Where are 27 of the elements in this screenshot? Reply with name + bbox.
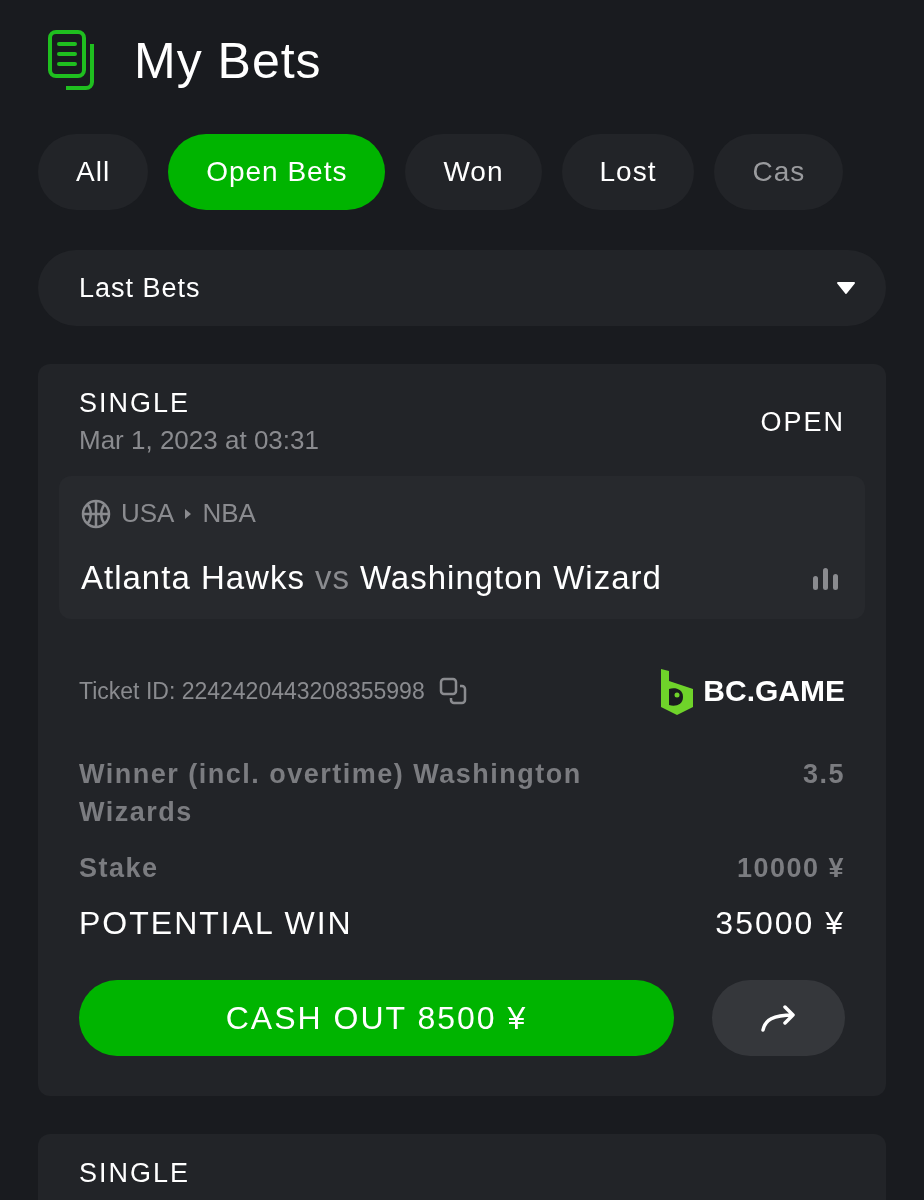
potential-win-value: 35000 ¥ xyxy=(715,905,845,942)
chevron-icon xyxy=(184,507,193,520)
caret-icon xyxy=(836,281,856,295)
match-title: Atlanta Hawks vs Washington Wizard xyxy=(81,559,662,597)
filter-tab[interactable]: Lost xyxy=(561,134,695,210)
bet-date: Mar 1, 2023 at 03:31 xyxy=(79,425,319,456)
bet-type: SINGLE xyxy=(79,1158,192,1189)
selection-text: Winner (incl. overtime) Washington Wizards xyxy=(79,758,583,829)
filter-tab[interactable]: All xyxy=(38,134,149,210)
stake-value: 10000 ¥ xyxy=(736,852,845,885)
potential-win-label: POTENTIAL WIN xyxy=(79,905,353,942)
logo-icon xyxy=(659,667,696,715)
country-label: USA xyxy=(121,498,175,529)
ticket-id: Ticket ID: 2242420443208355998 xyxy=(79,677,425,705)
stats-icon xyxy=(811,566,841,590)
league-label: NBA xyxy=(202,498,256,529)
period-dropdown[interactable]: Last Bets xyxy=(38,250,886,326)
copy-icon[interactable] xyxy=(438,677,467,705)
bet-status: OPEN xyxy=(760,406,845,438)
basketball-icon xyxy=(81,498,111,529)
page-title: My Bets xyxy=(134,32,322,90)
filter-tab[interactable]: Cas xyxy=(714,134,844,210)
odds-value: 3.5 xyxy=(802,758,845,791)
brand-name: BC.GAME xyxy=(703,674,845,708)
stake-label: Stake xyxy=(79,852,159,885)
filter-tab[interactable]: Won xyxy=(405,134,542,210)
bet-type: SINGLE xyxy=(79,388,192,419)
